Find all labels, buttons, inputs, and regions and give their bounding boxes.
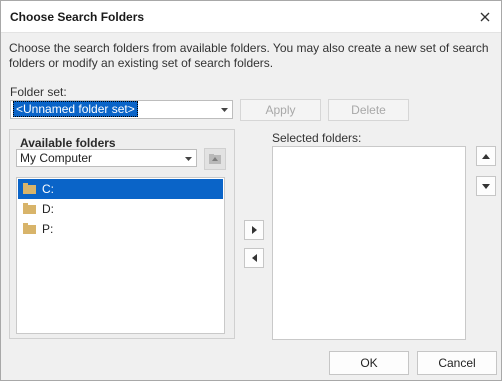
folder-icon (23, 223, 36, 234)
cancel-button[interactable]: Cancel (417, 351, 497, 375)
folder-name: C: (42, 182, 54, 196)
location-value: My Computer (20, 151, 93, 165)
folder-set-combo[interactable]: <Unnamed folder set> (10, 100, 233, 119)
folder-up-icon (209, 154, 221, 164)
arrow-up-icon (482, 153, 490, 159)
close-button[interactable] (475, 7, 495, 27)
arrow-left-icon (251, 254, 257, 262)
dialog-description: Choose the search folders from available… (9, 41, 489, 70)
list-item[interactable]: D: (18, 199, 223, 219)
folder-up-button[interactable] (204, 148, 226, 170)
chevron-down-icon (221, 108, 228, 112)
arrow-right-icon (251, 226, 257, 234)
folder-icon (23, 183, 36, 194)
move-up-button[interactable] (476, 146, 496, 166)
folder-name: D: (42, 202, 54, 216)
ok-button[interactable]: OK (329, 351, 409, 375)
available-folders-list[interactable]: C: D: P: (16, 177, 225, 334)
move-down-button[interactable] (476, 176, 496, 196)
folder-icon (23, 203, 36, 214)
folder-name: P: (42, 222, 54, 236)
list-item[interactable]: P: (18, 219, 223, 239)
available-folders-group: Available folders My Computer C: D: P: (9, 129, 235, 339)
selected-folders-label: Selected folders: (272, 131, 362, 145)
folder-set-value: <Unnamed folder set> (13, 101, 138, 117)
add-folder-button[interactable] (244, 220, 264, 240)
arrow-down-icon (482, 183, 490, 189)
available-folders-title: Available folders (20, 136, 116, 150)
title-bar: Choose Search Folders (1, 1, 501, 33)
dialog-title: Choose Search Folders (10, 10, 145, 24)
selected-folders-list[interactable] (272, 146, 466, 340)
location-combo[interactable]: My Computer (16, 149, 197, 167)
delete-button[interactable]: Delete (328, 99, 409, 121)
close-icon (480, 12, 490, 22)
folder-set-label: Folder set: (10, 85, 67, 99)
chevron-down-icon (185, 157, 192, 161)
choose-search-folders-dialog: Choose Search Folders Choose the search … (0, 0, 502, 381)
list-item[interactable]: C: (18, 179, 223, 199)
apply-button[interactable]: Apply (240, 99, 321, 121)
remove-folder-button[interactable] (244, 248, 264, 268)
